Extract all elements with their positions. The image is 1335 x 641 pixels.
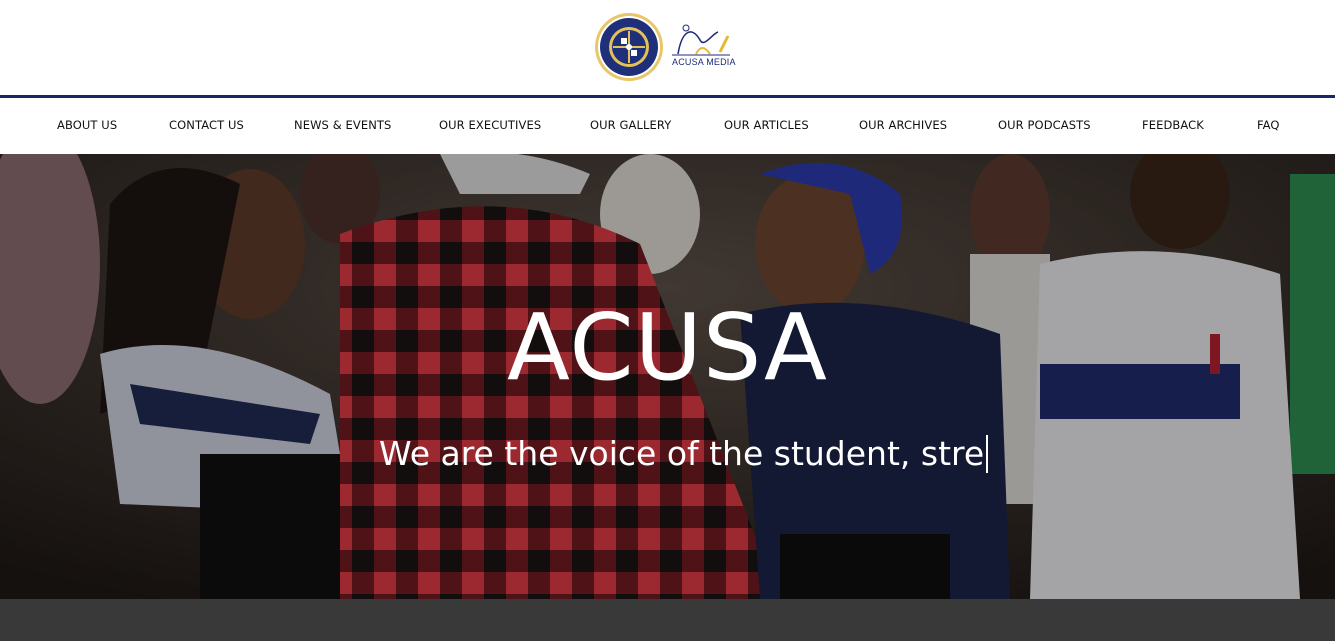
nav-our-executives[interactable]: OUR EXECUTIVES: [439, 118, 541, 132]
media-logo-mark: [672, 24, 730, 56]
header-logo-bar: ACUSA MEDIA: [0, 0, 1335, 95]
nav-feedback[interactable]: FEEDBACK: [1142, 118, 1204, 132]
nav-our-archives[interactable]: OUR ARCHIVES: [859, 118, 947, 132]
hero-banner: ACUSA We are the voice of the student, s…: [0, 154, 1335, 599]
university-seal-logo[interactable]: [594, 12, 664, 82]
nav-our-podcasts[interactable]: OUR PODCASTS: [998, 118, 1091, 132]
hero-tagline: We are the voice of the student, stre: [379, 434, 985, 473]
nav-about-us[interactable]: ABOUT US: [57, 118, 117, 132]
acusa-media-logo[interactable]: ACUSA MEDIA: [668, 22, 740, 70]
nav-faq[interactable]: FAQ: [1257, 118, 1280, 132]
nav-our-gallery[interactable]: OUR GALLERY: [590, 118, 671, 132]
nav-news-events[interactable]: NEWS & EVENTS: [294, 118, 391, 132]
hero-title: ACUSA: [507, 294, 828, 401]
nav-our-articles[interactable]: OUR ARTICLES: [724, 118, 809, 132]
media-logo-label: ACUSA MEDIA: [672, 57, 736, 67]
nav-contact-us[interactable]: CONTACT US: [169, 118, 244, 132]
bottom-section-band: [0, 599, 1335, 641]
typing-cursor: [986, 434, 989, 473]
hero-tagline-wrapper: We are the voice of the student, stre: [379, 434, 989, 473]
main-nav: ABOUT US CONTACT US NEWS & EVENTS OUR EX…: [0, 98, 1335, 154]
